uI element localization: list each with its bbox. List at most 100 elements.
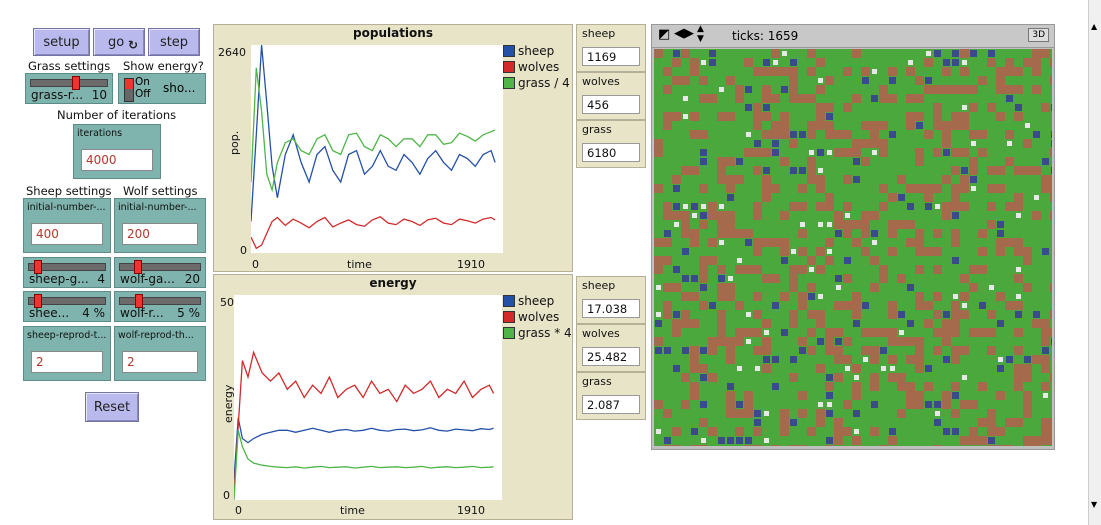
patch-brown — [1041, 184, 1050, 193]
patch-brown — [690, 319, 699, 328]
patch-brown — [906, 220, 915, 229]
patch-brown — [1023, 139, 1032, 148]
patch-brown — [816, 310, 825, 319]
patch-brown — [1032, 355, 1041, 364]
patch-brown — [771, 67, 780, 76]
sheep-reprod-threshold-input[interactable]: sheep-reprod-t... 2 — [23, 326, 111, 381]
agent-marker — [736, 158, 743, 165]
initial-wolves-input[interactable]: initial-number-... 200 — [114, 198, 206, 253]
switch-toggle[interactable] — [124, 78, 134, 102]
grass-count-monitor: grass 6180 — [576, 120, 646, 168]
move-horizontal-icon[interactable]: ◀▶ — [674, 26, 694, 41]
move-vertical-icon[interactable]: ▲ ▼ — [697, 24, 704, 44]
patch-brown — [870, 427, 879, 436]
patch-brown — [1050, 148, 1052, 157]
agent-marker — [943, 311, 950, 318]
agent-marker — [736, 437, 743, 444]
patch-brown — [753, 445, 762, 446]
wolf-gain-slider[interactable]: wolf-ga... 20 — [114, 257, 206, 288]
patch-brown — [924, 382, 933, 391]
patch-brown — [753, 202, 762, 211]
patch-brown — [681, 319, 690, 328]
patch-brown — [888, 94, 897, 103]
scroll-up-icon[interactable]: ▲ — [1091, 22, 1097, 31]
wolf-reprod-threshold-field[interactable]: 2 — [122, 351, 198, 373]
patch-brown — [699, 256, 708, 265]
slider-value: 4 % — [82, 306, 105, 320]
agent-marker — [700, 284, 707, 291]
agent-marker — [997, 221, 1004, 228]
initial-sheep-input[interactable]: initial-number-... 400 — [23, 198, 111, 253]
patch-brown — [717, 328, 726, 337]
agent-marker — [998, 357, 1003, 362]
patch-brown — [717, 265, 726, 274]
patch-brown — [753, 328, 762, 337]
patch-brown — [834, 148, 843, 157]
sheep-reproduce-slider[interactable]: shee... 4 % — [23, 291, 111, 322]
patch-brown — [852, 238, 861, 247]
agent-marker — [745, 437, 752, 444]
patch-brown — [672, 211, 681, 220]
patch-brown — [1041, 364, 1050, 373]
legend-grass: grass * 4 — [518, 326, 572, 340]
patch-brown — [789, 373, 798, 382]
patch-brown — [852, 49, 861, 58]
patch-brown — [987, 427, 996, 436]
agent-marker — [916, 122, 923, 129]
monitor-value: 456 — [582, 95, 640, 114]
agent-marker — [683, 204, 688, 209]
patch-brown — [816, 58, 825, 67]
monitor-value: 6180 — [582, 143, 640, 162]
3d-button[interactable]: 3D — [1028, 28, 1049, 42]
patch-brown — [663, 67, 672, 76]
patch-brown — [1050, 193, 1052, 202]
patch-brown — [834, 328, 843, 337]
patch-brown — [852, 148, 861, 157]
grass-regrowth-slider[interactable]: grass-r... 10 — [25, 73, 113, 104]
patch-brown — [762, 148, 771, 157]
iterations-input[interactable]: iterations 4000 — [73, 124, 161, 179]
ticks-counter: ticks: 1659 — [732, 29, 799, 43]
patch-brown — [762, 130, 771, 139]
patch-brown — [1014, 373, 1023, 382]
patch-brown — [888, 193, 897, 202]
patch-brown — [825, 130, 834, 139]
patch-brown — [861, 67, 870, 76]
show-energy-switch[interactable]: On Off sho... — [118, 73, 206, 104]
patch-brown — [924, 301, 933, 310]
vertical-scrollbar[interactable]: ▲ ▼ — [1088, 0, 1101, 525]
y-max-tick: 50 — [220, 296, 234, 309]
agent-marker — [718, 275, 725, 282]
sheep-gain-slider[interactable]: sheep-g... 4 — [23, 257, 111, 288]
energy-plot: energy 50 0 0 1910 time energy sheep wol… — [213, 274, 573, 520]
go-button[interactable]: go ↻ — [93, 28, 145, 56]
patch-brown — [879, 265, 888, 274]
series-line-wolves — [234, 350, 495, 492]
patch-brown — [861, 247, 870, 256]
patch-brown — [1023, 58, 1032, 67]
patch-brown — [933, 121, 942, 130]
patch-brown — [717, 319, 726, 328]
world-grid[interactable] — [654, 49, 1052, 446]
initial-wolves-field[interactable]: 200 — [122, 223, 198, 245]
wolf-reproduce-slider[interactable]: wolf-r... 5 % — [114, 291, 206, 322]
resize-icon[interactable]: ◩ — [658, 27, 670, 42]
agent-marker — [673, 203, 680, 210]
patch-brown — [798, 265, 807, 274]
agent-marker — [683, 114, 688, 119]
patch-brown — [951, 346, 960, 355]
patch-brown — [942, 211, 951, 220]
sheep-settings-label: Sheep settings — [26, 184, 112, 198]
agent-marker — [826, 437, 833, 444]
reset-button[interactable]: Reset — [85, 392, 139, 422]
step-button[interactable]: step — [148, 28, 200, 56]
patch-brown — [744, 328, 753, 337]
scroll-down-icon[interactable]: ▼ — [1091, 500, 1097, 509]
patch-brown — [789, 76, 798, 85]
setup-button[interactable]: setup — [33, 28, 90, 56]
monitor-caption: grass — [582, 123, 612, 136]
iterations-field[interactable]: 4000 — [81, 149, 153, 171]
sheep-reprod-threshold-field[interactable]: 2 — [31, 351, 103, 373]
initial-sheep-field[interactable]: 400 — [31, 223, 103, 245]
wolf-reprod-threshold-input[interactable]: wolf-reprod-th... 2 — [114, 326, 206, 381]
